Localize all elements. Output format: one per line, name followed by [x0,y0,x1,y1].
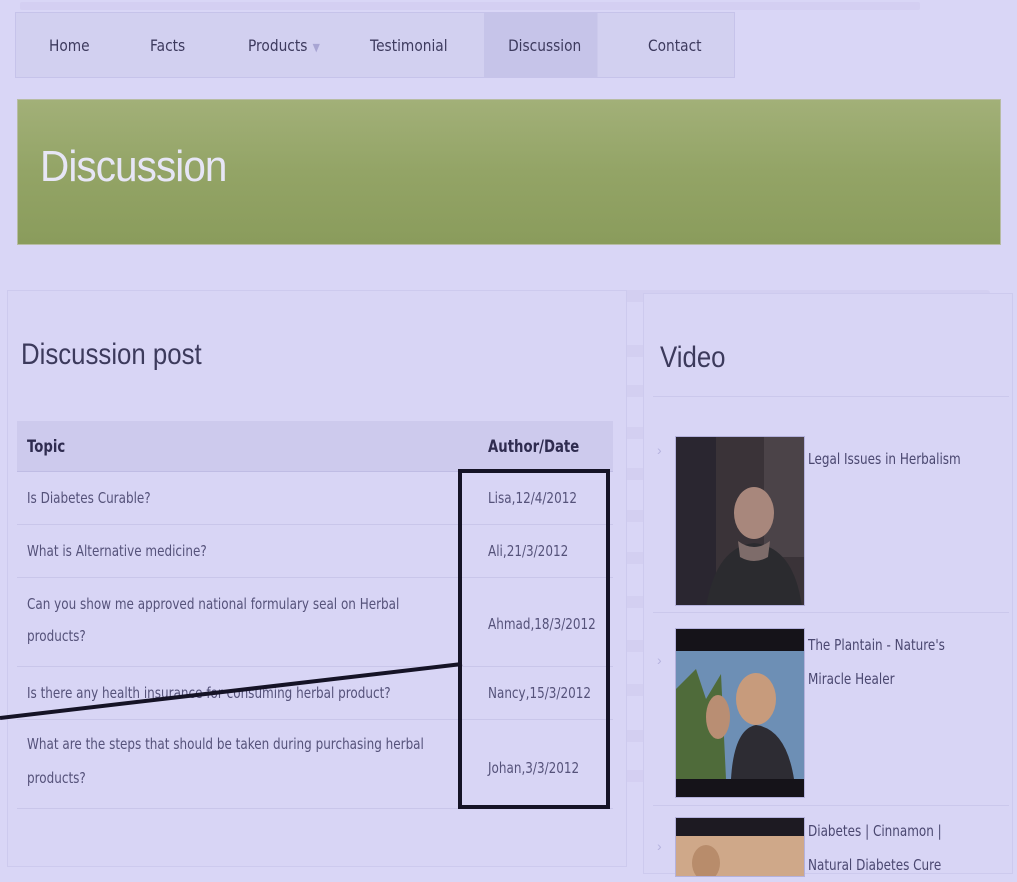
video-title-line: Miracle Healer [808,670,895,688]
nav-facts[interactable]: Facts [150,13,185,77]
table-header: Topic Author/Date [17,421,613,472]
chevron-right-icon: › [657,838,662,854]
chevron-right-icon: › [657,652,662,668]
nav-testimonial[interactable]: Testimonial [370,13,448,77]
video-thumbnail-image [676,629,804,797]
topic-link[interactable]: Can you show me approved national formul… [27,588,399,620]
video-item[interactable]: › Diabetes | Cinnamon | Natural Diabetes… [653,812,1009,877]
nav-products-label: Products [248,36,308,55]
video-item[interactable]: › The Plantain - Nature's Miracle Healer [653,624,1009,804]
video-title[interactable]: The Plantain - Nature's Miracle Healer [808,628,945,696]
nav-contact[interactable]: Contact [648,13,702,77]
video-item[interactable]: › Legal Issues in Herbalism [653,432,1009,612]
column-topic: Topic [27,437,66,457]
video-thumbnail[interactable] [675,628,805,798]
chevron-right-icon: › [657,442,662,458]
video-title-line: The Plantain - Nature's [808,636,945,654]
page-banner: Discussion [17,99,1001,245]
caret-down-icon: ▼ [312,41,320,54]
divider [653,612,1009,613]
nav-home[interactable]: Home [49,13,90,77]
topic-link[interactable]: What is Alternative medicine? [27,535,207,567]
topic-link[interactable]: Is Diabetes Curable? [27,482,151,514]
video-heading: Video [660,341,726,374]
topic-link-continued[interactable]: products? [27,762,86,794]
nav-discussion-label: Discussion [508,36,582,55]
nav-products[interactable]: Products ▼ [248,13,320,77]
video-thumbnail-image [676,818,804,876]
topic-link[interactable]: Is there any health insurance for consum… [27,677,391,709]
video-title-line: Legal Issues in Herbalism [808,450,961,468]
video-title-line: Natural Diabetes Cure [808,856,942,874]
video-thumbnail[interactable] [675,436,805,606]
main-nav: Home Facts Products ▼ Testimonial Discuss… [15,12,735,78]
divider [653,396,1009,397]
topic-link[interactable]: What are the steps that should be taken … [27,728,424,760]
annotation-box [458,469,610,809]
video-thumbnail-image [676,437,804,605]
page-title: Discussion [40,142,227,191]
video-thumbnail[interactable] [675,817,805,877]
divider [653,805,1009,806]
nav-discussion[interactable]: Discussion [484,13,598,77]
video-title[interactable]: Legal Issues in Herbalism [808,442,961,476]
discussion-heading: Discussion post [21,338,202,371]
video-title-line: Diabetes | Cinnamon | [808,822,942,840]
column-author-date: Author/Date [488,437,580,457]
topic-link-continued[interactable]: products? [27,620,86,652]
